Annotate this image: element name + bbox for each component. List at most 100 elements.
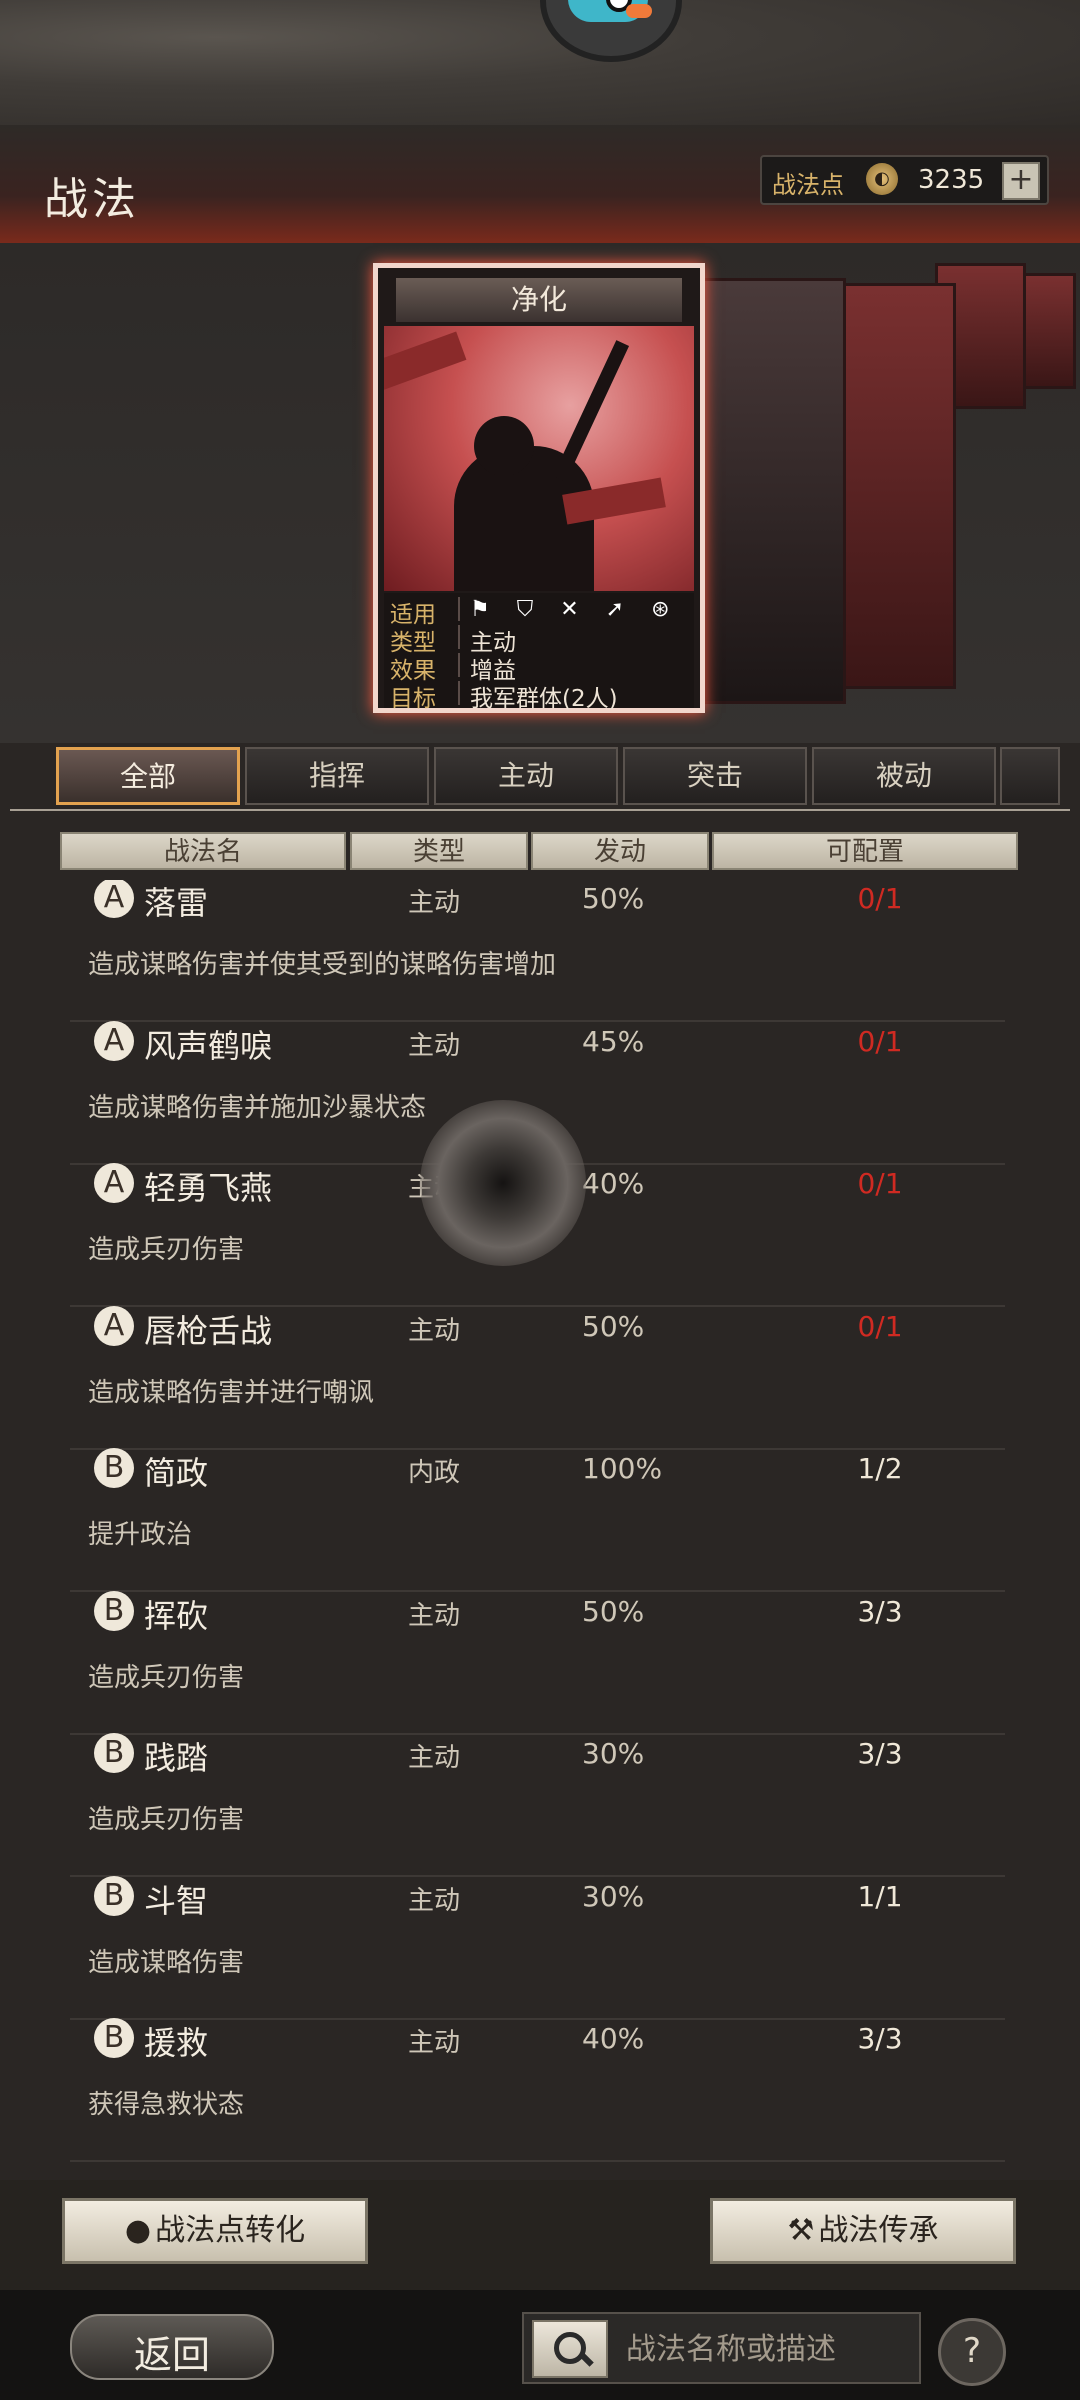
skill-available: 0/1 bbox=[857, 1025, 903, 1058]
card-info-panel: 适用 ⚑ ⛉ ✕ ➚ ⊛ 类型 主动 效果 增益 目标 我军群体(2人) bbox=[384, 593, 694, 712]
column-header-name[interactable]: 战法名 bbox=[60, 832, 346, 870]
back-label: 返回 bbox=[134, 2333, 211, 2377]
usage-icons: ⚑ ⛉ ✕ ➚ ⊛ bbox=[470, 597, 680, 622]
grade-badge: A bbox=[94, 1021, 134, 1061]
skill-available: 0/1 bbox=[857, 1167, 903, 1200]
action-bar: ● 战法点转化 ⚒ 战法传承 bbox=[0, 2180, 1080, 2290]
tab-command[interactable]: 指挥 bbox=[245, 747, 429, 805]
tab-more[interactable] bbox=[1000, 747, 1060, 805]
skill-type: 主动 bbox=[408, 888, 461, 918]
skill-points-value: 3235 bbox=[918, 165, 985, 195]
skill-row[interactable]: B 简政 内政 100% 1/2 提升政治 bbox=[70, 1448, 1005, 1592]
grade-badge: A bbox=[94, 880, 134, 918]
column-header-type[interactable]: 类型 bbox=[350, 832, 528, 870]
skill-name: 简政 bbox=[144, 1454, 209, 1492]
card-skill-name: 净化 bbox=[396, 278, 682, 322]
skill-description: 造成谋略伤害并施加沙暴状态 bbox=[88, 1093, 427, 1123]
loading-spinner-icon bbox=[420, 1100, 586, 1266]
skill-description: 造成谋略伤害并进行嘲讽 bbox=[88, 1378, 375, 1408]
skill-name: 斗智 bbox=[144, 1882, 209, 1920]
skill-description: 获得急救状态 bbox=[88, 2090, 245, 2120]
skill-points-box: 战法点 ◐ 3235 + bbox=[760, 155, 1049, 205]
skill-description: 造成谋略伤害并使其受到的谋略伤害增加 bbox=[88, 950, 557, 980]
convert-points-button[interactable]: ● 战法点转化 bbox=[62, 2198, 368, 2264]
column-header-available[interactable]: 可配置 bbox=[712, 832, 1018, 870]
skill-rate: 100% bbox=[582, 1452, 663, 1485]
skill-type: 主动 bbox=[408, 2028, 461, 2058]
page-header: 战法 战法点 ◐ 3235 + bbox=[0, 125, 1080, 246]
card-info-value: 我军群体(2人) bbox=[470, 686, 618, 712]
skill-available: 0/1 bbox=[857, 882, 903, 915]
card-info-key: 目标 bbox=[390, 686, 436, 712]
skill-type: 内政 bbox=[408, 1458, 461, 1488]
top-banner bbox=[0, 0, 1080, 125]
flame-icon: ● bbox=[124, 2213, 152, 2248]
grade-badge: A bbox=[94, 1163, 134, 1203]
skill-name: 援救 bbox=[144, 2024, 209, 2062]
search-input[interactable] bbox=[624, 2328, 913, 2370]
page-title: 战法 bbox=[44, 174, 140, 225]
skill-name: 轻勇飞燕 bbox=[144, 1169, 273, 1207]
tab-assault[interactable]: 突击 bbox=[623, 747, 807, 805]
skill-row[interactable]: A 落雷 主动 50% 0/1 造成谋略伤害并使其受到的谋略伤害增加 bbox=[70, 880, 1005, 1022]
bottom-bar: 返回 ? bbox=[0, 2290, 1080, 2400]
tab-active[interactable]: 主动 bbox=[434, 747, 618, 805]
grade-badge: B bbox=[94, 1876, 134, 1916]
tab-all[interactable]: 全部 bbox=[56, 747, 240, 805]
skill-available: 1/1 bbox=[857, 1880, 903, 1913]
grade-badge: B bbox=[94, 1591, 134, 1631]
tab-passive[interactable]: 被动 bbox=[812, 747, 996, 805]
skill-list[interactable]: A 落雷 主动 50% 0/1 造成谋略伤害并使其受到的谋略伤害增加 A 风声鹤… bbox=[0, 880, 1080, 2180]
skill-rate: 45% bbox=[582, 1025, 645, 1058]
grade-badge: B bbox=[94, 1448, 134, 1488]
tabs-divider bbox=[10, 809, 1070, 811]
skill-rate: 30% bbox=[582, 1880, 645, 1913]
skill-rate: 50% bbox=[582, 882, 645, 915]
hammer-icon: ⚒ bbox=[787, 2213, 815, 2248]
card-carousel[interactable]: 净化 适用 ⚑ ⛉ ✕ ➚ ⊛ 类型 主动 效果 增益 目标 我军群体(2人) bbox=[0, 243, 1080, 743]
skill-description: 提升政治 bbox=[88, 1520, 193, 1550]
column-header-rate[interactable]: 发动 bbox=[531, 832, 709, 870]
skill-available: 0/1 bbox=[857, 1310, 903, 1343]
skill-name: 挥砍 bbox=[144, 1597, 209, 1635]
search-icon[interactable] bbox=[532, 2320, 608, 2378]
grade-badge: B bbox=[94, 2018, 134, 2058]
skill-rate: 50% bbox=[582, 1595, 645, 1628]
skill-name: 风声鹤唳 bbox=[144, 1027, 273, 1065]
skill-rate: 40% bbox=[582, 1167, 645, 1200]
skill-type: 主动 bbox=[408, 1316, 461, 1346]
skill-description: 造成谋略伤害 bbox=[88, 1948, 245, 1978]
skill-row[interactable]: B 挥砍 主动 50% 3/3 造成兵刃伤害 bbox=[70, 1591, 1005, 1735]
skill-row[interactable]: A 唇枪舌战 主动 50% 0/1 造成谋略伤害并进行嘲讽 bbox=[70, 1306, 1005, 1450]
skill-row[interactable]: B 援救 主动 40% 3/3 获得急救状态 bbox=[70, 2018, 1005, 2162]
skill-type: 主动 bbox=[408, 1886, 461, 1916]
search-bar bbox=[522, 2312, 921, 2384]
skill-name: 落雷 bbox=[144, 884, 209, 922]
skill-points-icon: ◐ bbox=[866, 163, 898, 195]
add-points-button[interactable]: + bbox=[1002, 162, 1040, 200]
skill-rate: 30% bbox=[582, 1737, 645, 1770]
featured-skill-card[interactable]: 净化 适用 ⚑ ⛉ ✕ ➚ ⊛ 类型 主动 效果 增益 目标 我军群体(2人) bbox=[373, 263, 705, 713]
mascot-icon bbox=[540, 0, 682, 62]
card-artwork bbox=[384, 326, 694, 591]
skill-available: 3/3 bbox=[857, 2022, 903, 2055]
skill-description: 造成兵刃伤害 bbox=[88, 1663, 245, 1693]
back-button[interactable]: 返回 bbox=[70, 2314, 274, 2380]
help-button[interactable]: ? bbox=[938, 2318, 1006, 2386]
skill-row[interactable]: B 践踏 主动 30% 3/3 造成兵刃伤害 bbox=[70, 1733, 1005, 1877]
skill-description: 造成兵刃伤害 bbox=[88, 1805, 245, 1835]
skill-row[interactable]: B 斗智 主动 30% 1/1 造成谋略伤害 bbox=[70, 1876, 1005, 2020]
skill-type: 主动 bbox=[408, 1031, 461, 1061]
carousel-card[interactable] bbox=[700, 278, 846, 704]
skill-rate: 50% bbox=[582, 1310, 645, 1343]
skill-rate: 40% bbox=[582, 2022, 645, 2055]
skill-available: 3/3 bbox=[857, 1595, 903, 1628]
skill-points-label: 战法点 bbox=[772, 171, 844, 199]
inherit-skill-button[interactable]: ⚒ 战法传承 bbox=[710, 2198, 1016, 2264]
skill-type: 主动 bbox=[408, 1601, 461, 1631]
filter-tabs: 全部 指挥 主动 突击 被动 bbox=[0, 743, 1080, 813]
convert-points-label: 战法点转化 bbox=[155, 2213, 306, 2248]
skill-name: 践踏 bbox=[144, 1739, 209, 1777]
skill-description: 造成兵刃伤害 bbox=[88, 1235, 245, 1265]
grade-badge: B bbox=[94, 1733, 134, 1773]
